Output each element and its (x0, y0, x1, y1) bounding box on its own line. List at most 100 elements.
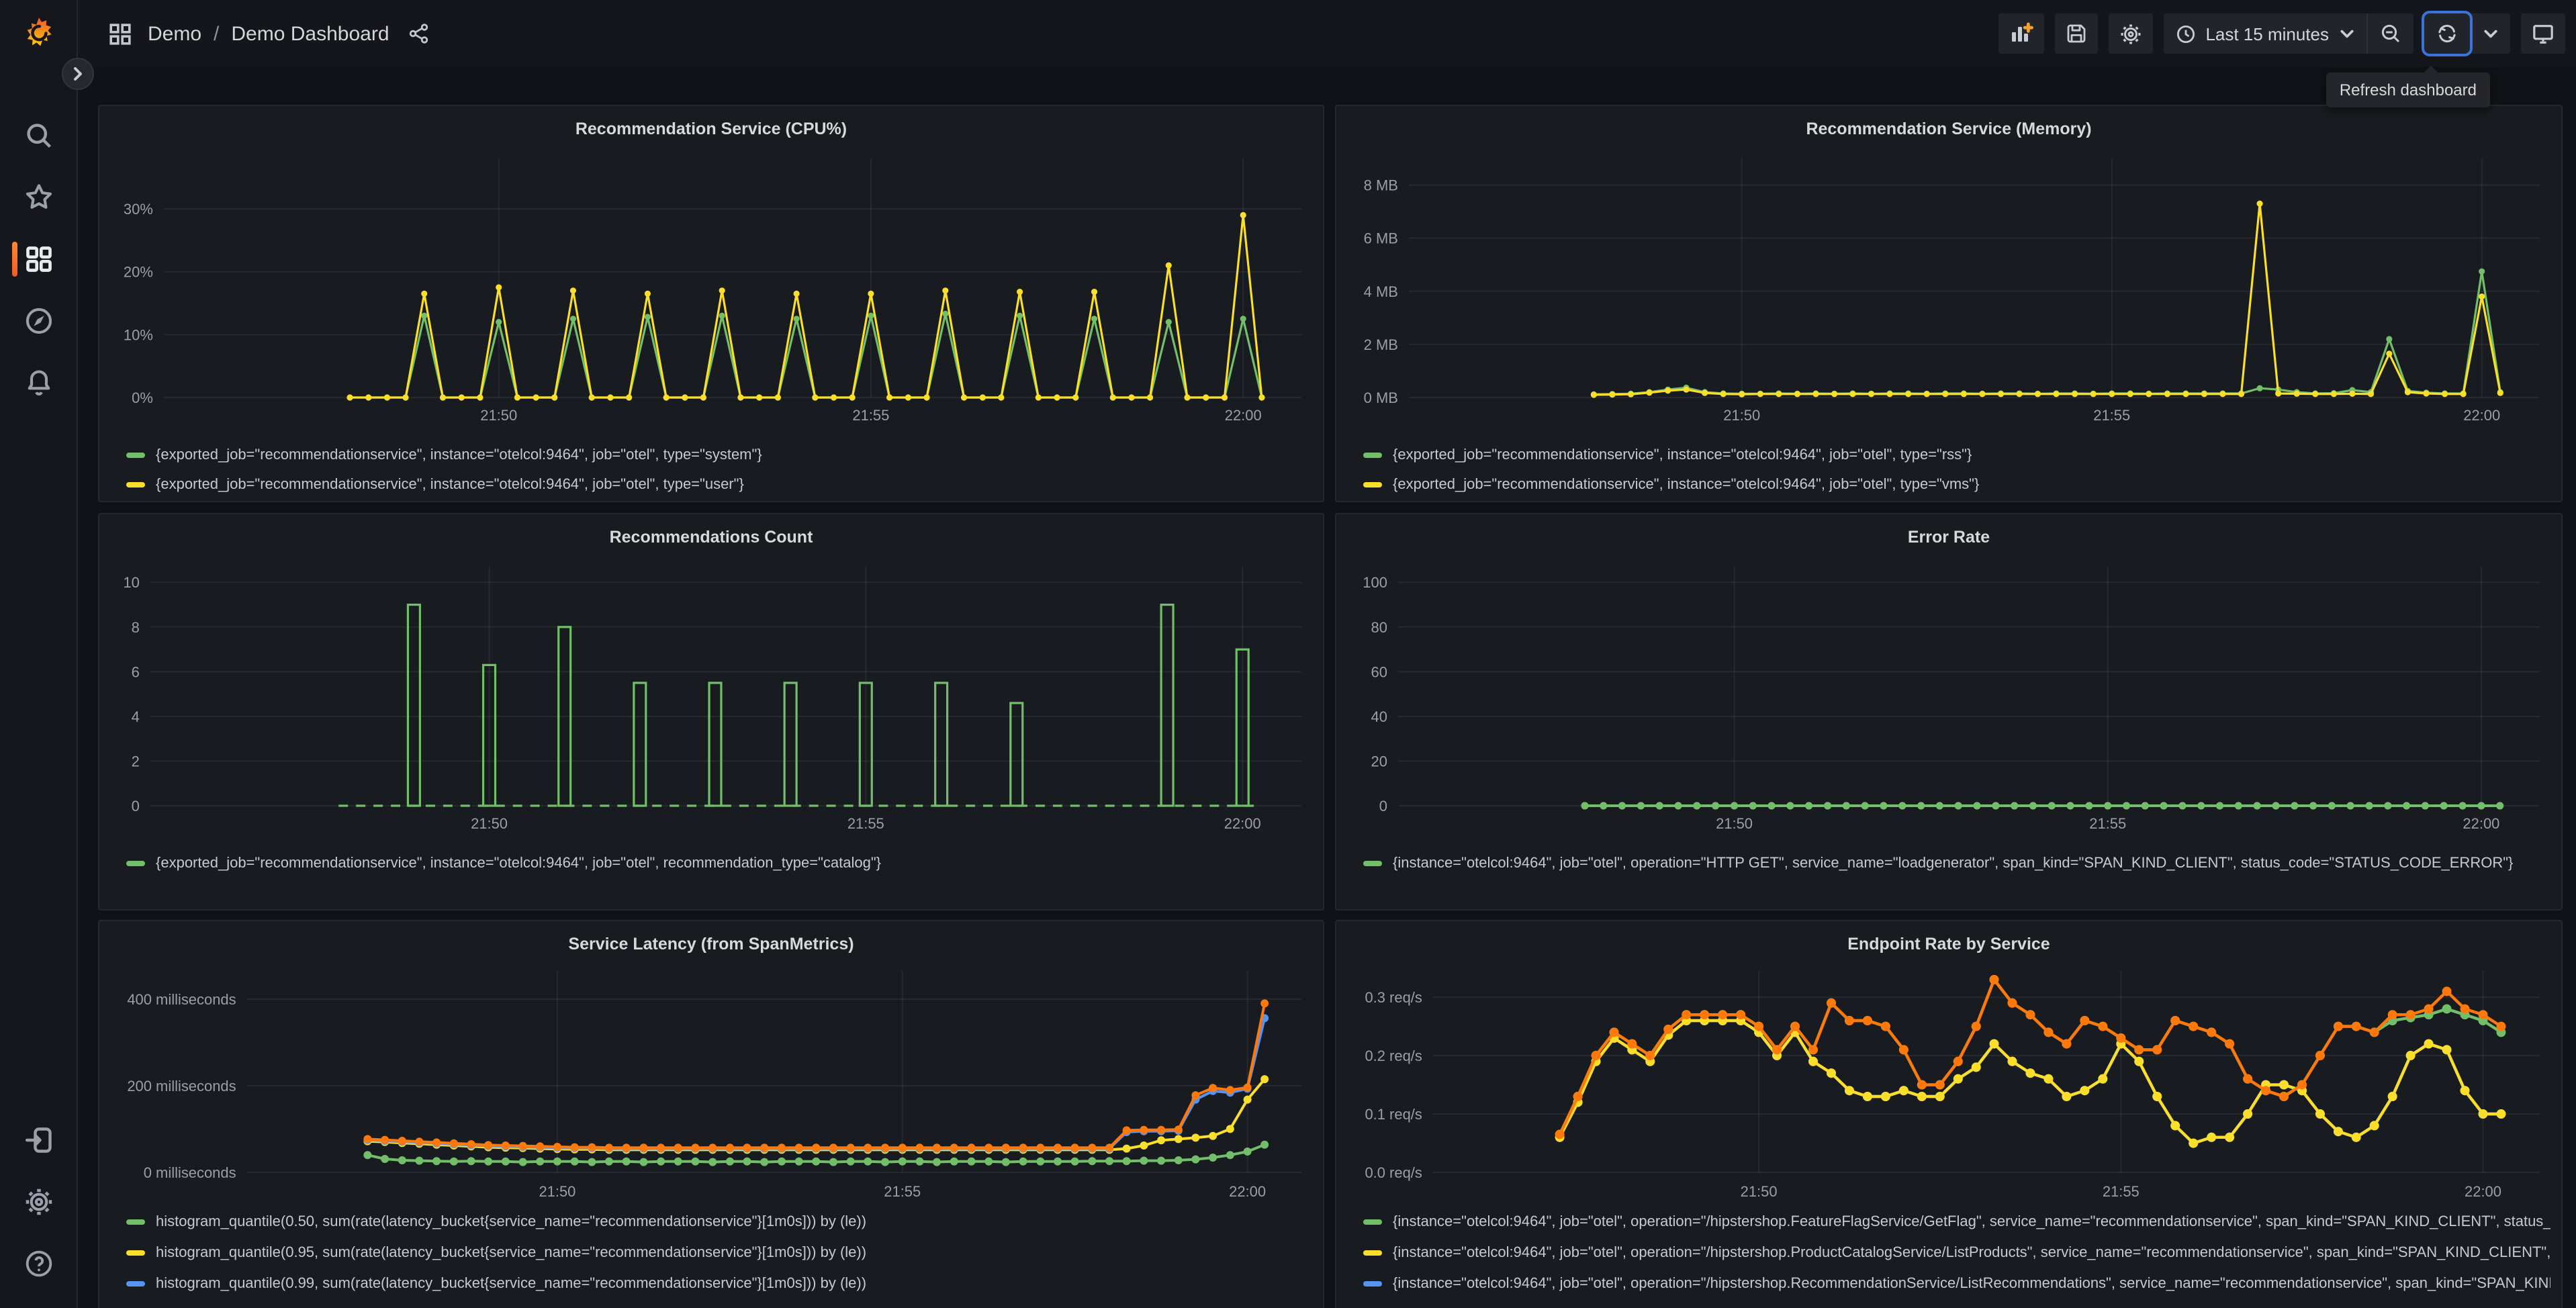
chart-canvas[interactable]: 21:50 21:55 22:00 0% 10% 20% 30% (110, 145, 1312, 438)
data-point (1070, 1143, 1079, 1152)
chart-canvas[interactable]: 21:50 21:55 22:00 0.0 req/s 0.1 req/s 0.2 req… (1347, 960, 2550, 1205)
legend-item[interactable]: histogram_quantile(0.999, sum(rate(laten… (126, 1300, 1312, 1308)
data-point (501, 1157, 510, 1166)
kiosk-mode-button[interactable] (2521, 13, 2565, 54)
share-icon[interactable] (408, 23, 430, 44)
legend-item[interactable]: {instance="otelcol:9464", job="otel", op… (1363, 1207, 2550, 1238)
data-point (2367, 391, 2375, 398)
sidebar-item-starred[interactable] (0, 167, 77, 228)
data-point (604, 1143, 613, 1152)
panel-title[interactable]: Recommendation Service (Memory) (1347, 113, 2550, 145)
data-point (1831, 391, 1838, 398)
data-point (1174, 1125, 1183, 1134)
bar (783, 682, 798, 807)
data-point (1739, 391, 1745, 398)
data-point (1070, 1157, 1079, 1166)
data-point (588, 394, 595, 401)
data-point (1824, 802, 1832, 810)
panel-title[interactable]: Recommendation Service (CPU%) (110, 113, 1312, 145)
chart-canvas[interactable]: 21:50 21:55 22:00 0 MB 2 MB 4 MB 6 MB 8 MB (1347, 145, 2550, 438)
chart-canvas[interactable]: 21:50 21:55 22:00 0 2 4 6 8 10 (110, 553, 1312, 846)
x-tick-label: 21:55 (852, 407, 889, 424)
legend-item[interactable]: {instance="otelcol:9464", job="otel", op… (1363, 1300, 2550, 1308)
x-tick-label: 22:00 (1224, 815, 1261, 832)
legend-item[interactable]: histogram_quantile(0.50, sum(rate(latenc… (126, 1207, 1312, 1238)
panel-title[interactable]: Recommendations Count (110, 521, 1312, 553)
data-point (2141, 802, 2149, 810)
panel-title[interactable]: Error Rate (1347, 521, 2550, 553)
data-point (2090, 391, 2097, 398)
legend-item[interactable]: {instance="otelcol:9464", job="otel", op… (1363, 849, 2550, 878)
panel-title[interactable]: Endpoint Rate by Service (1347, 928, 2550, 960)
legend-item[interactable]: {exported_job="recommendationservice", i… (1363, 470, 2550, 500)
dashboard-settings-button[interactable] (2109, 13, 2154, 54)
time-range-picker[interactable]: Last 15 minutes (2164, 13, 2366, 54)
series-line (1558, 1019, 2501, 1145)
chart-legend: histogram_quantile(0.50, sum(rate(latenc… (110, 1207, 1312, 1308)
data-point (383, 394, 391, 401)
legend-item[interactable]: histogram_quantile(0.95, sum(rate(latenc… (126, 1238, 1312, 1269)
data-point (1827, 1068, 1836, 1078)
data-point (743, 1157, 751, 1166)
legend-item[interactable]: {instance="otelcol:9464", job="otel", op… (1363, 1269, 2550, 1300)
legend-item[interactable]: {exported_job="recommendationservice", i… (126, 440, 1312, 470)
breadcrumb-dashboard-title[interactable]: Demo Dashboard (231, 22, 389, 45)
data-point (1702, 389, 1708, 396)
sidebar-item-alerting[interactable] (0, 352, 77, 414)
sign-in-icon (24, 1125, 53, 1155)
save-dashboard-button[interactable] (2055, 13, 2099, 54)
panel-title[interactable]: Service Latency (from SpanMetrics) (110, 928, 1312, 960)
sidebar-item-search[interactable] (0, 105, 77, 167)
legend-swatch (1363, 1280, 1382, 1287)
data-point (1140, 1156, 1148, 1165)
refresh-dashboard-button[interactable] (2424, 13, 2470, 54)
legend-label: {exported_job="recommendationservice", i… (1393, 447, 1972, 463)
legend-item[interactable]: {exported_job="recommendationservice", i… (1363, 440, 2550, 470)
legend-swatch (126, 860, 145, 867)
data-point (415, 1156, 424, 1165)
legend-item[interactable]: histogram_quantile(0.99, sum(rate(latenc… (126, 1269, 1312, 1300)
data-point (933, 1158, 941, 1166)
breadcrumb-folder[interactable]: Demo (148, 22, 201, 45)
data-point (2160, 802, 2168, 810)
sidebar-item-dashboards[interactable] (0, 228, 77, 290)
legend-item[interactable]: {exported_job="recommendationservice", i… (126, 470, 1312, 500)
legend-item[interactable]: {exported_job="recommendationservice", i… (126, 849, 1312, 878)
data-point (1109, 394, 1116, 401)
data-point (998, 394, 1005, 401)
sidebar-item-explore[interactable] (0, 290, 77, 352)
legend-label: {exported_job="recommendationservice", i… (1393, 477, 1980, 493)
data-point (2279, 1092, 2289, 1101)
sidebar-expand-button[interactable] (62, 58, 94, 90)
data-point (967, 1157, 976, 1166)
y-tick-label: 0.3 req/s (1365, 989, 1422, 1006)
data-point (691, 1157, 700, 1166)
chart-canvas[interactable]: 21:50 21:55 22:00 0 milliseconds 200 millise… (110, 960, 1312, 1205)
data-point (1016, 312, 1023, 319)
data-point (1786, 802, 1794, 810)
chart-canvas[interactable]: 21:50 21:55 22:00 0 20 40 60 80 100 (1347, 553, 2550, 846)
sidebar-item-help[interactable] (0, 1233, 77, 1295)
data-point (1868, 391, 1875, 398)
legend-swatch (1363, 452, 1382, 459)
chart-legend: {exported_job="recommendationservice", i… (110, 440, 1312, 500)
data-point (2351, 1132, 2361, 1142)
data-point (2386, 336, 2393, 342)
grafana-logo[interactable] (0, 0, 77, 67)
x-tick-label: 21:55 (2093, 407, 2130, 424)
data-point (1683, 386, 1690, 393)
sidebar-item-server-admin[interactable] (0, 1171, 77, 1233)
series-line (1594, 270, 2501, 395)
add-panel-button[interactable] (1998, 13, 2045, 54)
data-point (1935, 1080, 1945, 1090)
data-point (2369, 1027, 2379, 1037)
zoom-out-button[interactable] (2366, 13, 2413, 54)
refresh-interval-dropdown[interactable] (2470, 13, 2510, 54)
x-tick-label: 21:55 (884, 1183, 921, 1200)
sidebar-item-sign-in[interactable] (0, 1109, 77, 1171)
data-point (1054, 1143, 1062, 1152)
legend-item[interactable]: {instance="otelcol:9464", job="otel", op… (1363, 1238, 2550, 1269)
bar (406, 603, 421, 807)
legend-swatch (126, 1219, 145, 1225)
chart-legend: {instance="otelcol:9464", job="otel", op… (1347, 1207, 2550, 1308)
